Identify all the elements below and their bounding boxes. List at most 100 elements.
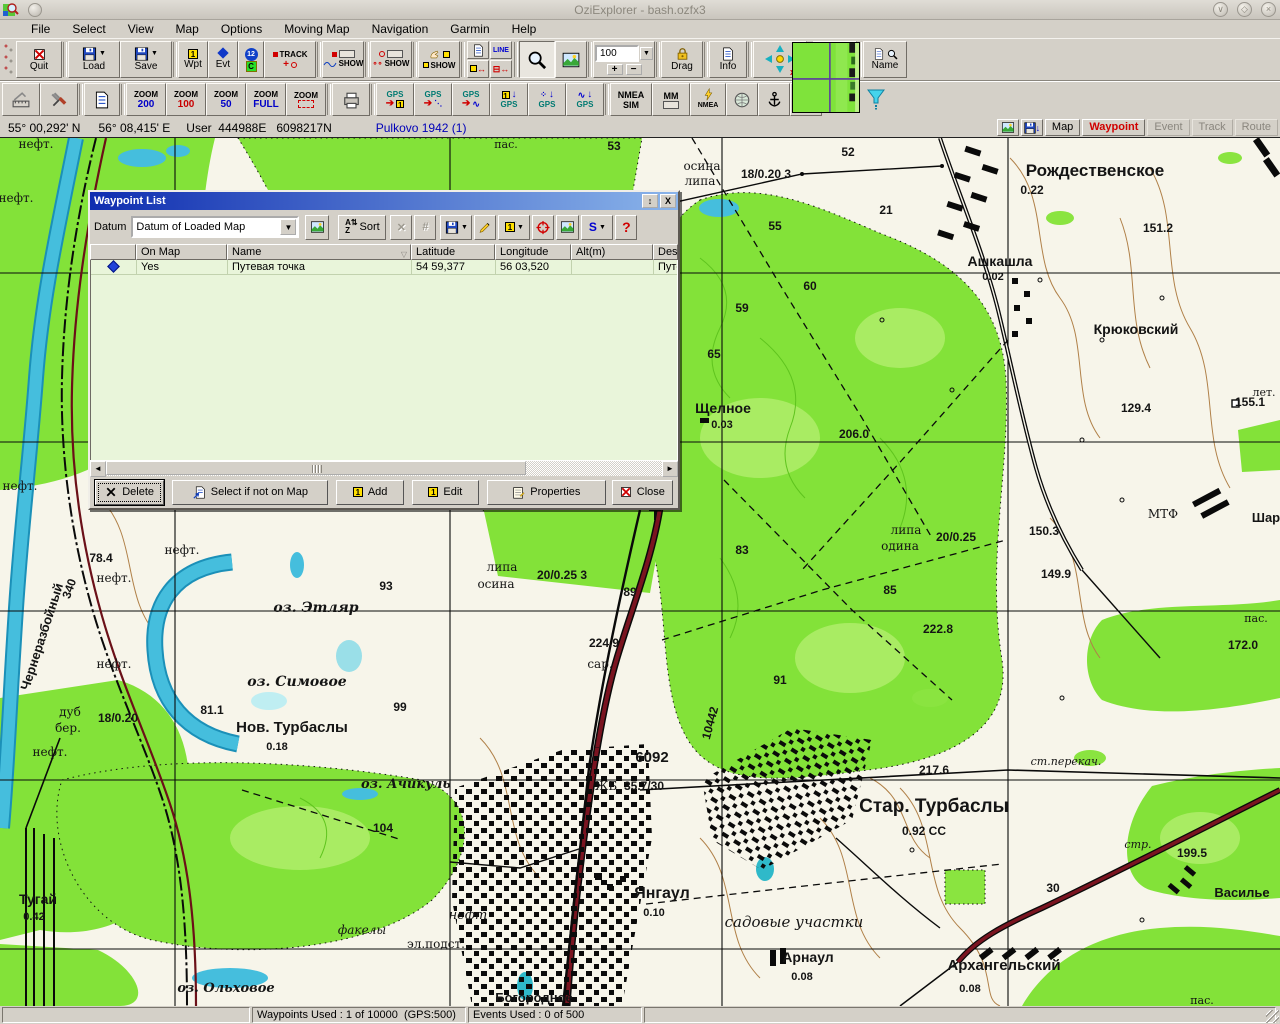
anchor-button[interactable]: [758, 83, 790, 116]
drag-button[interactable]: Drag: [661, 41, 703, 78]
map-images-button[interactable]: [555, 41, 587, 78]
edit-button[interactable]: 1Edit: [412, 480, 479, 505]
zoom-value-box[interactable]: 100: [595, 45, 639, 62]
tab-map[interactable]: Map: [1045, 119, 1080, 136]
horizontal-scrollbar[interactable]: ◄ ►: [90, 460, 678, 476]
gps-send-track-button[interactable]: GPS➔∿: [452, 83, 490, 116]
tab-waypoint[interactable]: Waypoint: [1082, 119, 1145, 136]
scroll-left-arrow[interactable]: ◄: [90, 461, 106, 477]
menu-view[interactable]: View: [117, 22, 165, 36]
menu-file[interactable]: File: [20, 22, 61, 36]
track-controls[interactable]: TRACK+: [264, 41, 316, 78]
tab-route[interactable]: Route: [1235, 119, 1278, 136]
resize-grip[interactable]: [1266, 1010, 1279, 1023]
minimize-button[interactable]: ∨: [1213, 2, 1228, 17]
menu-moving-map[interactable]: Moving Map: [273, 22, 360, 36]
symbol-button[interactable]: S▼: [581, 215, 613, 240]
zoom-50-button[interactable]: ZOOM50: [206, 83, 246, 116]
show-route-button[interactable]: SHOW: [418, 41, 460, 78]
close-dialog-button[interactable]: Close: [612, 480, 673, 505]
zoom-200-button[interactable]: ZOOM200: [126, 83, 166, 116]
datum-combo[interactable]: Datum of Loaded Map ▼: [131, 216, 299, 238]
column-icon[interactable]: [90, 244, 136, 260]
column-onmap[interactable]: On Map: [136, 244, 227, 260]
menu-map[interactable]: Map: [165, 22, 210, 36]
save-wp-button[interactable]: ▼: [440, 215, 472, 240]
quick-save-button[interactable]: ↓: [1021, 119, 1043, 136]
gps-get-track-button[interactable]: ∿↓GPS: [566, 83, 604, 116]
magnifier-button[interactable]: [519, 41, 555, 78]
menu-navigation[interactable]: Navigation: [361, 22, 440, 36]
show-event-button[interactable]: ∘∘SHOW: [370, 41, 412, 78]
copy-image-button[interactable]: [84, 83, 120, 116]
menu-help[interactable]: Help: [501, 22, 548, 36]
window-titlebar[interactable]: OziExplorer - bash.ozfx3 ∨ ◇ ×: [0, 0, 1280, 20]
menu-options[interactable]: Options: [210, 22, 273, 36]
dialog-titlebar[interactable]: Waypoint List ↕ X: [90, 192, 678, 210]
waypoint-list[interactable]: Yes Путевая точка 54 59,377 56 03,520 Пу…: [90, 260, 678, 460]
show-on-map-button[interactable]: [556, 215, 579, 240]
map-overview-thumbnail[interactable]: [792, 42, 860, 113]
zoom-out-button[interactable]: −: [626, 64, 642, 75]
column-name[interactable]: Name▽: [227, 244, 411, 260]
compass-button[interactable]: [726, 83, 758, 116]
load-button[interactable]: ▼Load: [68, 41, 120, 78]
map-view-button[interactable]: [305, 215, 329, 240]
tab-event[interactable]: Event: [1147, 119, 1189, 136]
scrollbar-thumb[interactable]: [106, 461, 526, 475]
waypoint-range-button[interactable]: ↔: [467, 60, 489, 78]
toolbar-grip[interactable]: [3, 42, 15, 77]
moving-map-button[interactable]: MM: [652, 83, 690, 116]
nmea-simulator-button[interactable]: NMEA SIM: [610, 83, 652, 116]
nmea-button[interactable]: NMEA: [690, 83, 726, 116]
name-search-button[interactable]: Name: [863, 41, 907, 78]
quit-button[interactable]: Quit: [16, 41, 62, 78]
tab-track[interactable]: Track: [1192, 119, 1233, 136]
column-latitude[interactable]: Latitude: [411, 244, 495, 260]
waypoint-mode-button[interactable]: 1Wpt: [178, 41, 208, 78]
number-comment-button[interactable]: 12C: [238, 41, 264, 78]
scrollbar-track[interactable]: [106, 461, 662, 476]
zoom-in-button[interactable]: +: [607, 64, 623, 75]
edit-pen-button[interactable]: [474, 215, 496, 240]
gps-send-events-button[interactable]: GPS➔⋱: [414, 83, 452, 116]
gps-get-routes-button[interactable]: ⁘↓GPS: [528, 83, 566, 116]
add-button[interactable]: 1Add: [336, 480, 403, 505]
tools-button[interactable]: [40, 83, 78, 116]
column-description[interactable]: Description: [653, 244, 678, 260]
column-alt[interactable]: Alt(m): [571, 244, 653, 260]
gps-get-waypoints-button[interactable]: 1↓GPS: [490, 83, 528, 116]
delete-button[interactable]: Delete: [95, 480, 164, 505]
filter-funnel-icon[interactable]: [866, 88, 886, 110]
select-if-not-on-map-button[interactable]: Select if not on Map: [172, 480, 328, 505]
close-button[interactable]: ×: [1261, 2, 1276, 17]
zoom-100-button[interactable]: ZOOM100: [166, 83, 206, 116]
dialog-close-button[interactable]: X: [660, 194, 676, 208]
scroll-right-arrow[interactable]: ►: [662, 461, 678, 477]
zoom-dropdown-arrow[interactable]: ▼: [640, 47, 653, 60]
ruler-range-button[interactable]: ⊟↔: [490, 60, 512, 78]
goto-target-button[interactable]: [532, 215, 554, 240]
map-image-button[interactable]: [997, 119, 1019, 136]
info-button[interactable]: Info: [709, 41, 747, 78]
waypoint-row[interactable]: Yes Путевая точка 54 59,377 56 03,520 Пу…: [91, 260, 677, 275]
column-longitude[interactable]: Longitude: [495, 244, 571, 260]
zoom-area-button[interactable]: ZOOM: [286, 83, 326, 116]
maximize-button[interactable]: ◇: [1237, 2, 1252, 17]
menu-garmin[interactable]: Garmin: [439, 22, 500, 36]
save-button[interactable]: ▼Save: [120, 41, 172, 78]
help-button[interactable]: ?: [615, 215, 637, 240]
event-mode-button[interactable]: Evt: [208, 41, 238, 78]
sort-button[interactable]: A⇅ZSort: [338, 215, 386, 240]
waypoint-list-button[interactable]: [467, 41, 489, 59]
gps-send-waypoints-button[interactable]: GPS➔1: [376, 83, 414, 116]
properties-button[interactable]: Properties: [487, 480, 606, 505]
measure-button[interactable]: [2, 83, 40, 116]
dialog-rollup-button[interactable]: ↕: [642, 194, 658, 208]
menu-select[interactable]: Select: [61, 22, 116, 36]
show-track-button[interactable]: SHOW: [322, 41, 364, 78]
line-tool-button[interactable]: LINE: [490, 41, 512, 59]
datum-dropdown-arrow[interactable]: ▼: [280, 219, 296, 235]
wp-options-button[interactable]: 1▼: [498, 215, 530, 240]
print-button[interactable]: [332, 83, 370, 116]
